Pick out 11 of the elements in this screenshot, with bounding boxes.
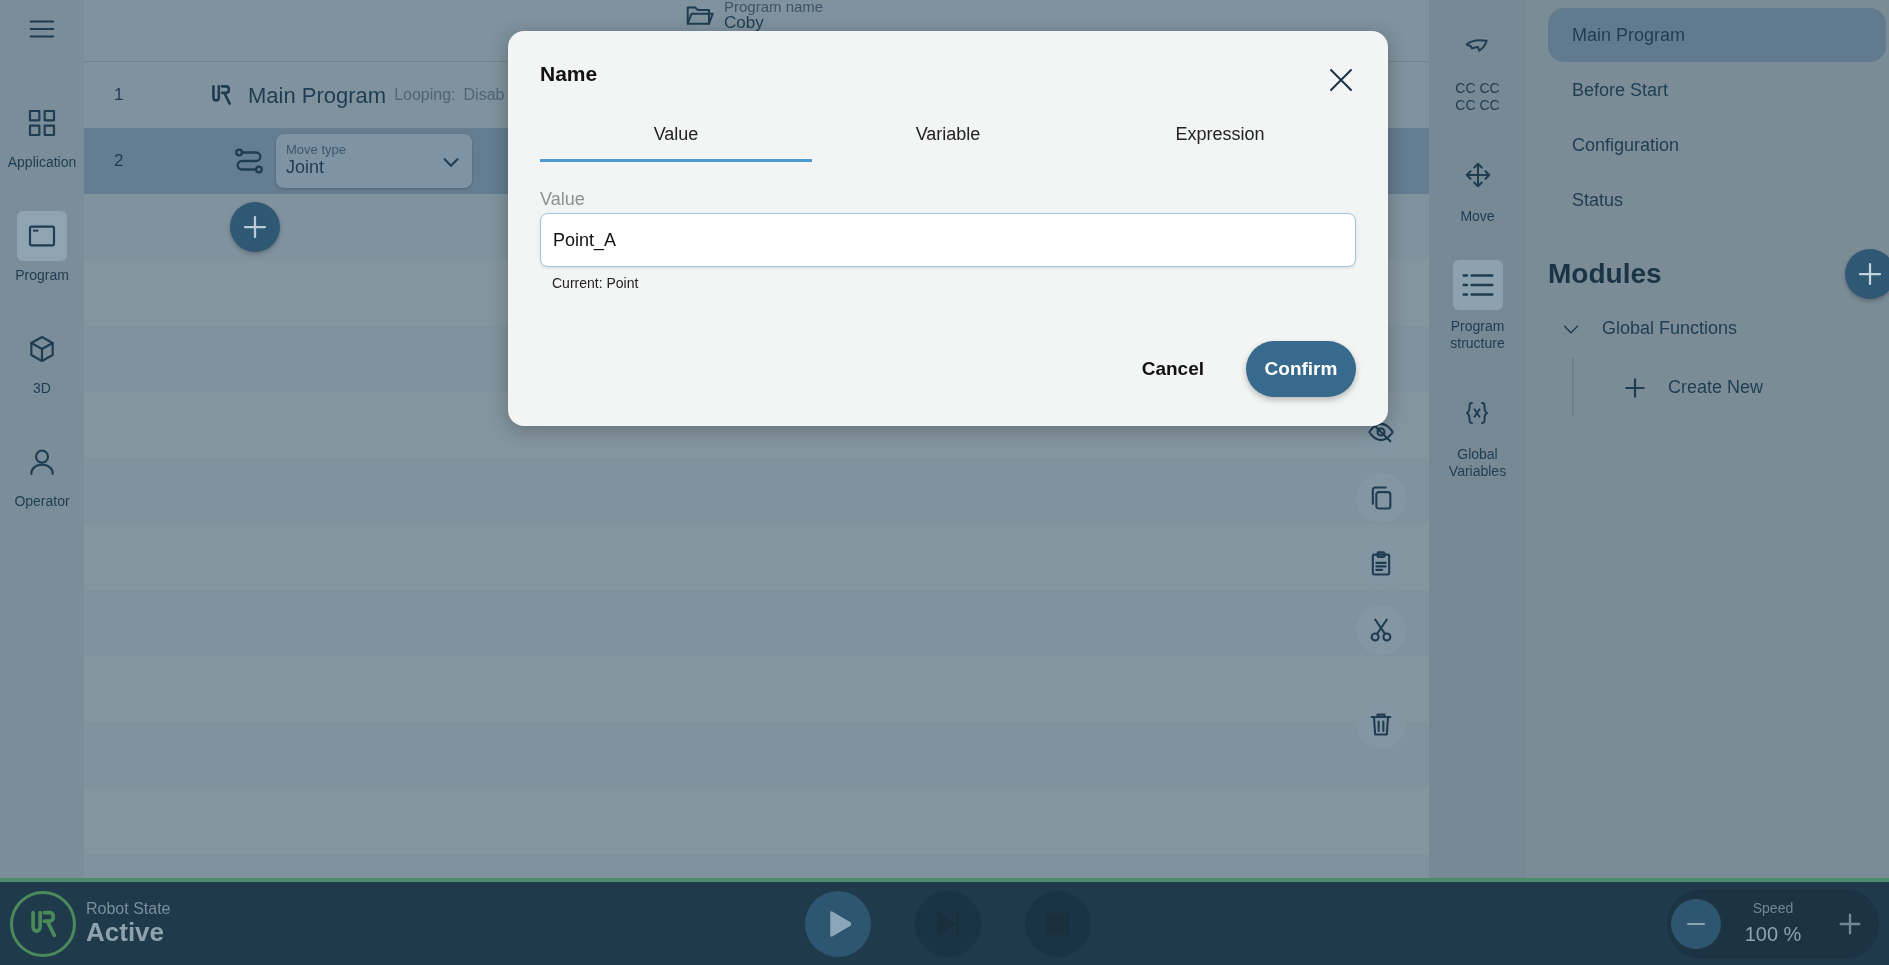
helper-text: Current: Point <box>552 274 639 293</box>
robot-state-label: Robot State <box>86 900 171 918</box>
robot-state-value: Active <box>86 918 166 947</box>
speed-label: Speed <box>1751 899 1795 918</box>
field-label: Value <box>540 188 586 211</box>
program-title: Main Program <box>248 81 387 110</box>
dialog-title: Name <box>540 61 598 87</box>
line-number: 2 <box>113 150 125 173</box>
modules-heading: Modules <box>1548 257 1662 291</box>
speed-value: 100 % <box>1744 922 1802 947</box>
line-number: 1 <box>113 84 125 107</box>
